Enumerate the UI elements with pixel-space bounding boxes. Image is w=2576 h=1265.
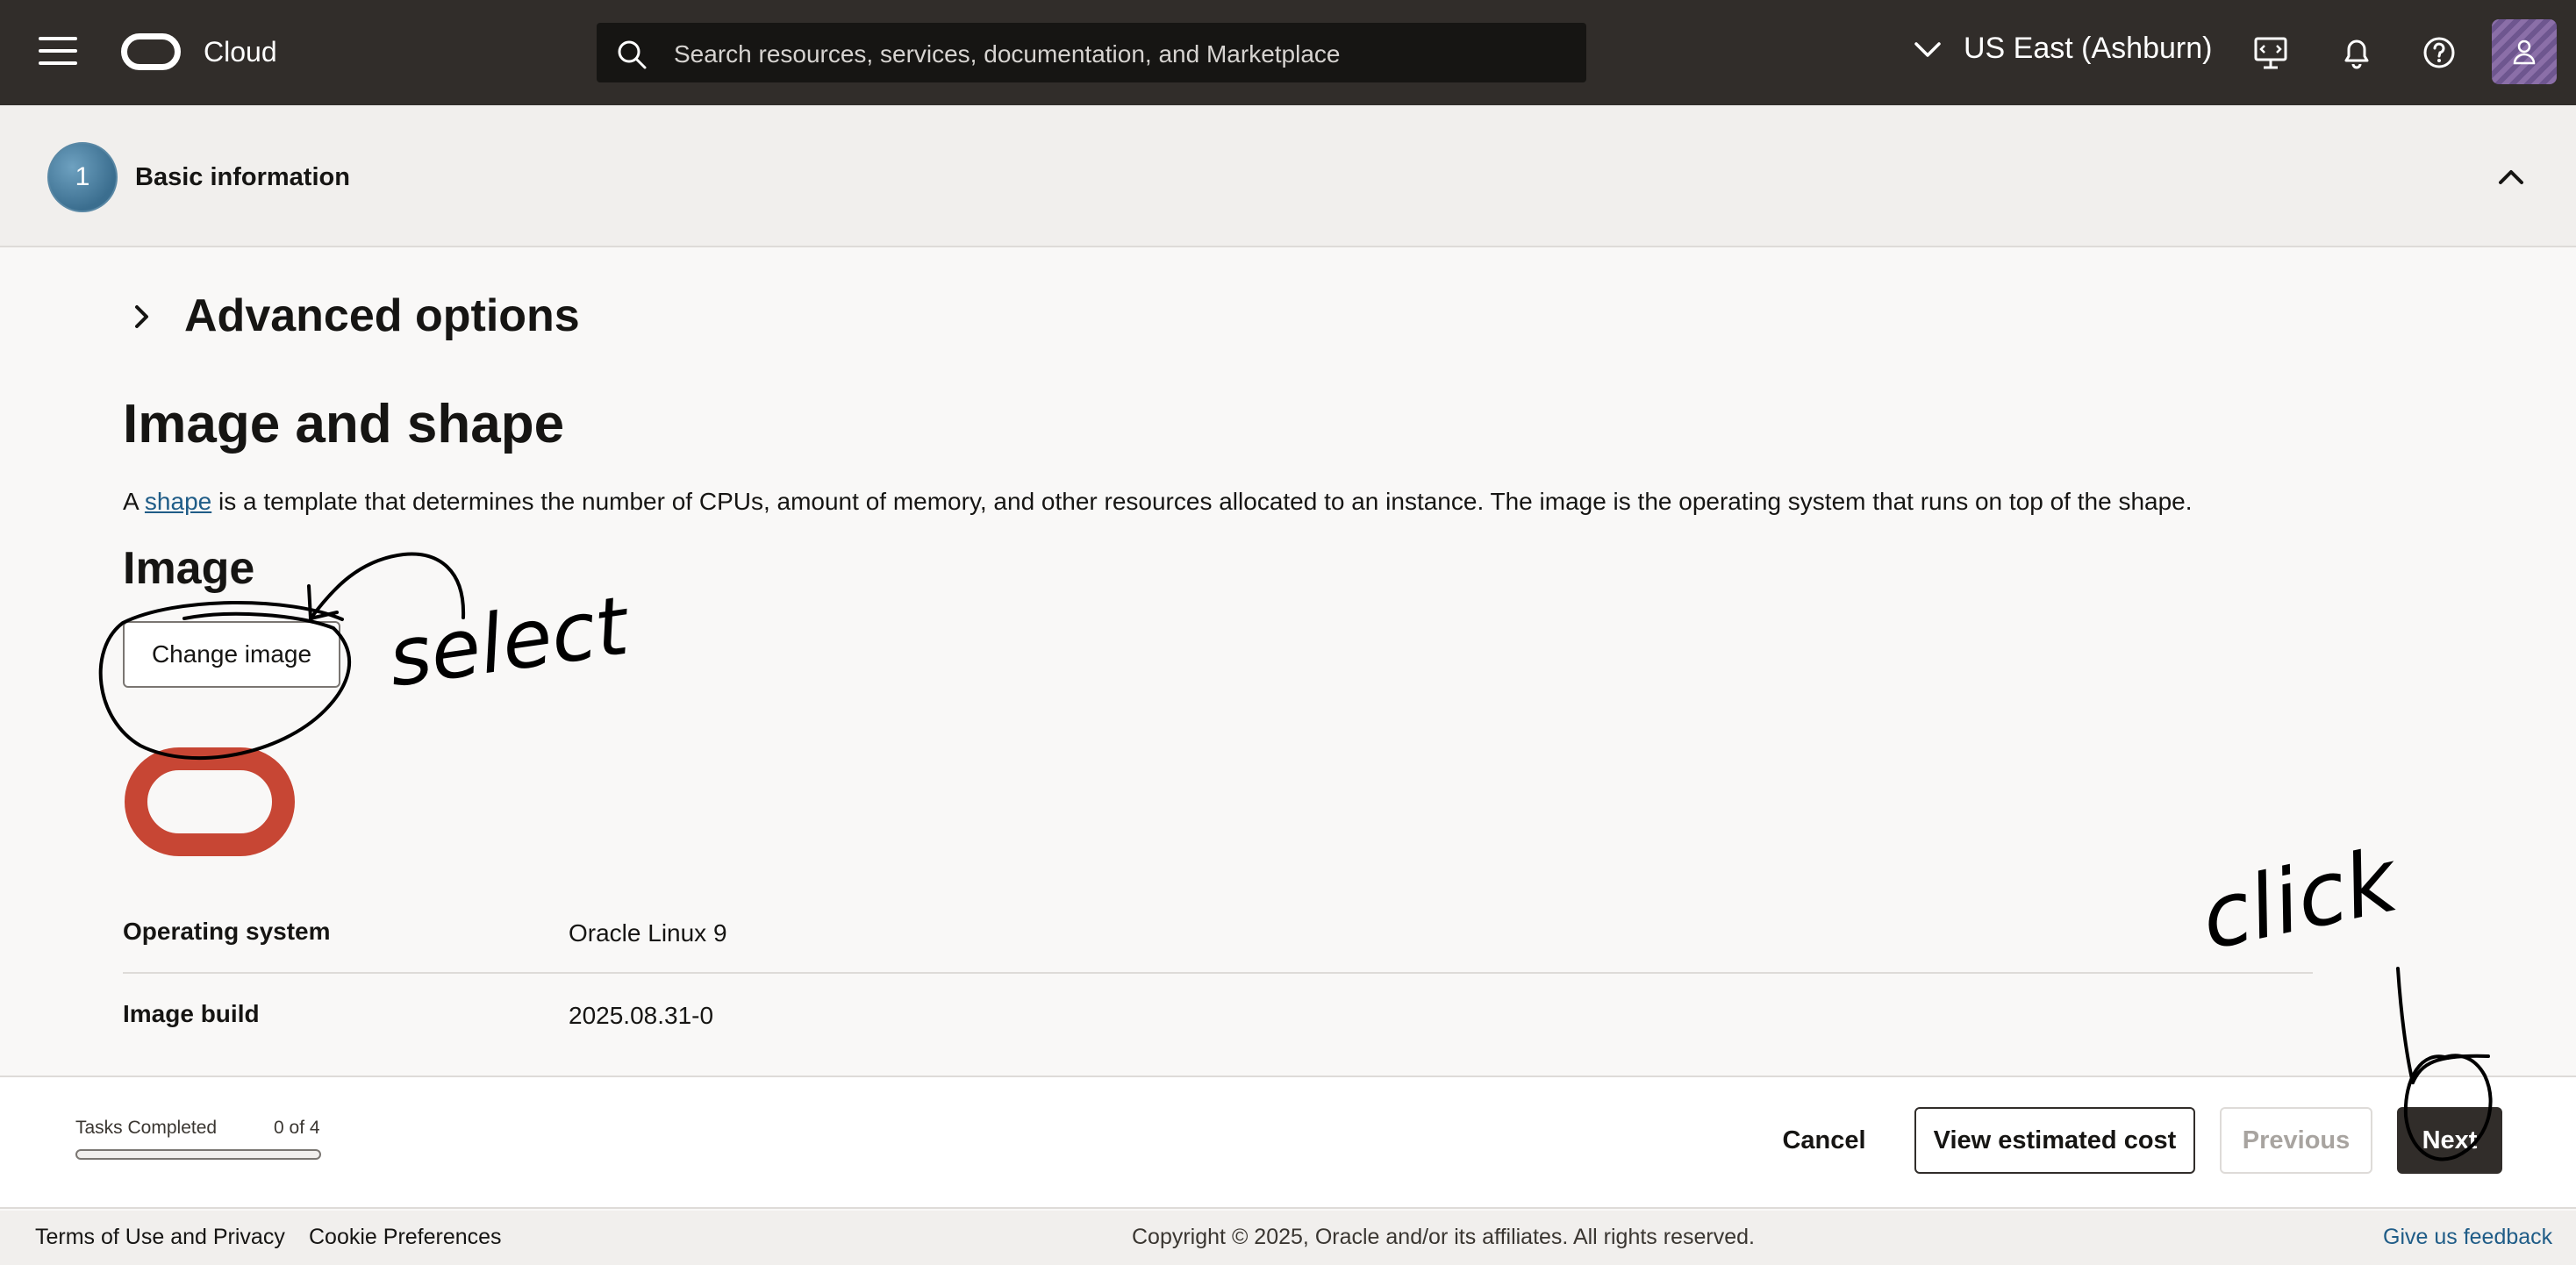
tasks-completed-count: 0 of 4 (274, 1118, 320, 1138)
cookie-preferences-link[interactable]: Cookie Preferences (309, 1225, 502, 1250)
step-title: Basic information (135, 163, 350, 191)
page-footer: Terms of Use and Privacy Cookie Preferen… (0, 1211, 2576, 1265)
oracle-linux-image-icon (125, 747, 295, 856)
search-icon (618, 40, 647, 69)
tasks-completed-label: Tasks Completed (75, 1118, 218, 1138)
region-label: US East (Ashburn) (1964, 32, 2213, 65)
section-description: A shape is a template that determines th… (123, 488, 2193, 515)
brand-label: Cloud (204, 35, 277, 68)
detail-value: Oracle Linux 9 (569, 919, 727, 947)
oracle-logo-icon (121, 33, 181, 70)
cancel-button[interactable]: Cancel (1772, 1107, 1876, 1174)
region-selector[interactable]: US East (Ashburn) (1913, 32, 2212, 66)
detail-label: Operating system (123, 918, 331, 945)
detail-value: 2025.08.31-0 (569, 1002, 714, 1029)
detail-row-image-build: Image build 2025.08.31-0 (123, 977, 2313, 1056)
wizard-action-bar: Tasks Completed 0 of 4 Cancel View estim… (0, 1076, 2576, 1209)
bell-icon[interactable] (2337, 33, 2376, 72)
menu-icon[interactable] (39, 37, 77, 68)
terms-link[interactable]: Terms of Use and Privacy (35, 1225, 285, 1250)
step-number-badge: 1 (47, 142, 118, 212)
section-title-image-and-shape: Image and shape (123, 394, 565, 454)
change-image-button[interactable]: Change image (123, 621, 340, 688)
select-arrow-mark (309, 552, 466, 620)
chevron-down-icon (1914, 41, 1941, 57)
user-icon (2513, 39, 2536, 65)
chevron-up-icon[interactable] (2494, 163, 2529, 189)
advanced-options-toggle[interactable]: Advanced options (184, 289, 580, 342)
chevron-right-icon[interactable] (128, 302, 154, 332)
next-button[interactable]: Next (2397, 1107, 2502, 1174)
help-icon[interactable] (2420, 33, 2458, 72)
image-heading: Image (123, 543, 255, 594)
previous-button[interactable]: Previous (2220, 1107, 2372, 1174)
oracle-cloud-logo[interactable]: Cloud (121, 33, 277, 70)
search-input[interactable]: Search resources, services, documentatio… (597, 23, 1586, 82)
feedback-link[interactable]: Give us feedback (2383, 1225, 2552, 1250)
view-estimated-cost-button[interactable]: View estimated cost (1914, 1107, 2195, 1174)
search-placeholder: Search resources, services, documentatio… (674, 40, 1341, 68)
avatar[interactable] (2492, 19, 2557, 84)
select-annotation-text: select (383, 578, 635, 704)
top-navigation-bar: Cloud Search resources, services, docume… (0, 0, 2576, 105)
detail-row-operating-system: Operating system Oracle Linux 9 (123, 895, 2313, 974)
click-arrow-mark (2396, 967, 2415, 1084)
tasks-progress-bar (75, 1149, 321, 1160)
step-header-basic-information[interactable]: 1 Basic information (0, 105, 2576, 247)
developer-tools-icon[interactable] (2251, 33, 2290, 72)
shape-link[interactable]: shape (145, 488, 211, 515)
detail-label: Image build (123, 1000, 260, 1027)
copyright-text: Copyright © 2025, Oracle and/or its affi… (1132, 1225, 1755, 1249)
